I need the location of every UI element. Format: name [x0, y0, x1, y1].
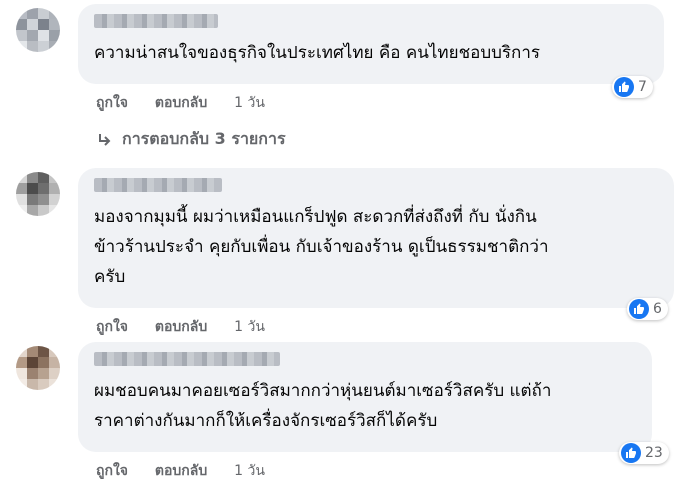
like-button[interactable]: ถูกใจ	[96, 95, 128, 111]
avatar[interactable]	[16, 8, 60, 52]
author-name-redacted[interactable]	[94, 178, 222, 192]
comment-text-line: ราคาต่างกันมากก็ให้เครื่องจักรเซอร์วิสก็…	[94, 411, 438, 431]
view-replies-link[interactable]: การตอบกลับ 3 รายการ	[96, 127, 286, 152]
reply-button[interactable]: ตอบกลับ	[155, 319, 207, 335]
like-icon	[621, 443, 641, 463]
comment-text-line: มองจากมุมนี้ ผมว่าเหมือนแกร็ปฟูด สะดวกที…	[94, 207, 537, 227]
reply-button[interactable]: ตอบกลับ	[155, 95, 207, 111]
comment-text-line: ความน่าสนใจของธุรกิจในประเทศไทย คือ คนไท…	[94, 43, 541, 63]
view-replies-label: การตอบกลับ 3 รายการ	[122, 129, 286, 148]
reaction-count-value: 7	[638, 79, 647, 95]
reaction-count[interactable]: 23	[619, 442, 669, 464]
reaction-count[interactable]: 6	[627, 298, 668, 320]
reaction-count[interactable]: 7	[612, 76, 653, 98]
author-name-redacted[interactable]	[94, 14, 218, 28]
comment-bubble: ความน่าสนใจของธุรกิจในประเทศไทย คือ คนไท…	[78, 4, 664, 84]
comment-text-line: ข้าวร้านประจำ คุยกับเพื่อน กับเจ้าของร้า…	[94, 237, 549, 257]
author-name-redacted[interactable]	[94, 352, 280, 366]
comment-text-line: ผมชอบคนมาคอยเซอร์วิสมากกว่าหุ่นยนต์มาเซอ…	[94, 381, 552, 401]
comment-text-line: ครับ	[94, 267, 126, 287]
like-icon	[629, 299, 649, 319]
timestamp[interactable]: 1 วัน	[234, 463, 265, 479]
comment-bubble: ผมชอบคนมาคอยเซอร์วิสมากกว่าหุ่นยนต์มาเซอ…	[78, 342, 652, 452]
like-button[interactable]: ถูกใจ	[96, 463, 128, 479]
reaction-count-value: 6	[653, 301, 662, 317]
comment-actions: ถูกใจ ตอบกลับ 1 วัน	[96, 460, 287, 482]
reaction-count-value: 23	[645, 445, 663, 461]
comment-actions: ถูกใจ ตอบกลับ 1 วัน	[96, 316, 287, 338]
avatar[interactable]	[16, 172, 60, 216]
comment-bubble: มองจากมุมนี้ ผมว่าเหมือนแกร็ปฟูด สะดวกที…	[78, 168, 674, 308]
like-button[interactable]: ถูกใจ	[96, 319, 128, 335]
like-icon	[614, 77, 634, 97]
timestamp[interactable]: 1 วัน	[234, 319, 265, 335]
reply-button[interactable]: ตอบกลับ	[155, 463, 207, 479]
timestamp[interactable]: 1 วัน	[234, 95, 265, 111]
comment-actions: ถูกใจ ตอบกลับ 1 วัน	[96, 92, 287, 114]
reply-arrow-icon	[99, 133, 111, 146]
avatar[interactable]	[16, 346, 60, 390]
